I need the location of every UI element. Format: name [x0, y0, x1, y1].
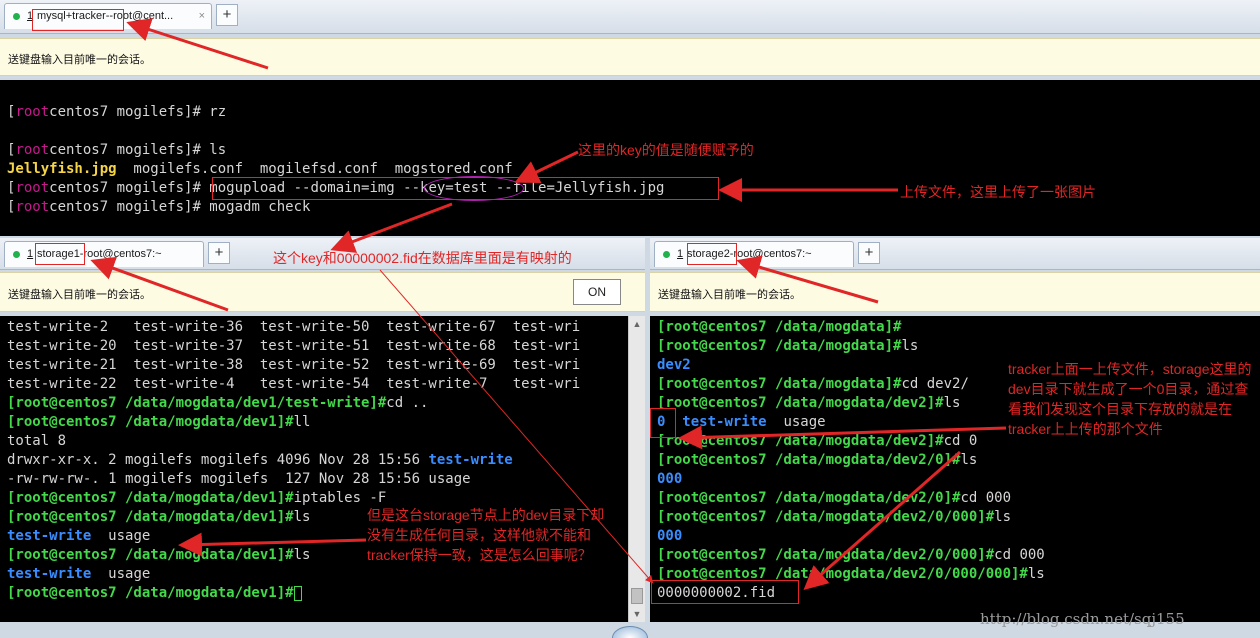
arrow-to-key — [514, 150, 579, 183]
arrow-to-storage2-tab — [736, 255, 879, 304]
arrow-to-storage1-tab — [90, 256, 229, 312]
arrow-to-test-write — [178, 532, 367, 557]
annotation-arrows — [90, 18, 1007, 590]
arrow-mapping-to-command — [330, 202, 453, 253]
arrow-to-dir-zero — [678, 425, 1007, 450]
arrow-to-top-tab — [126, 18, 269, 70]
line-mapping-to-fid — [379, 269, 654, 584]
arrow-tracker-to-fid — [803, 450, 961, 590]
